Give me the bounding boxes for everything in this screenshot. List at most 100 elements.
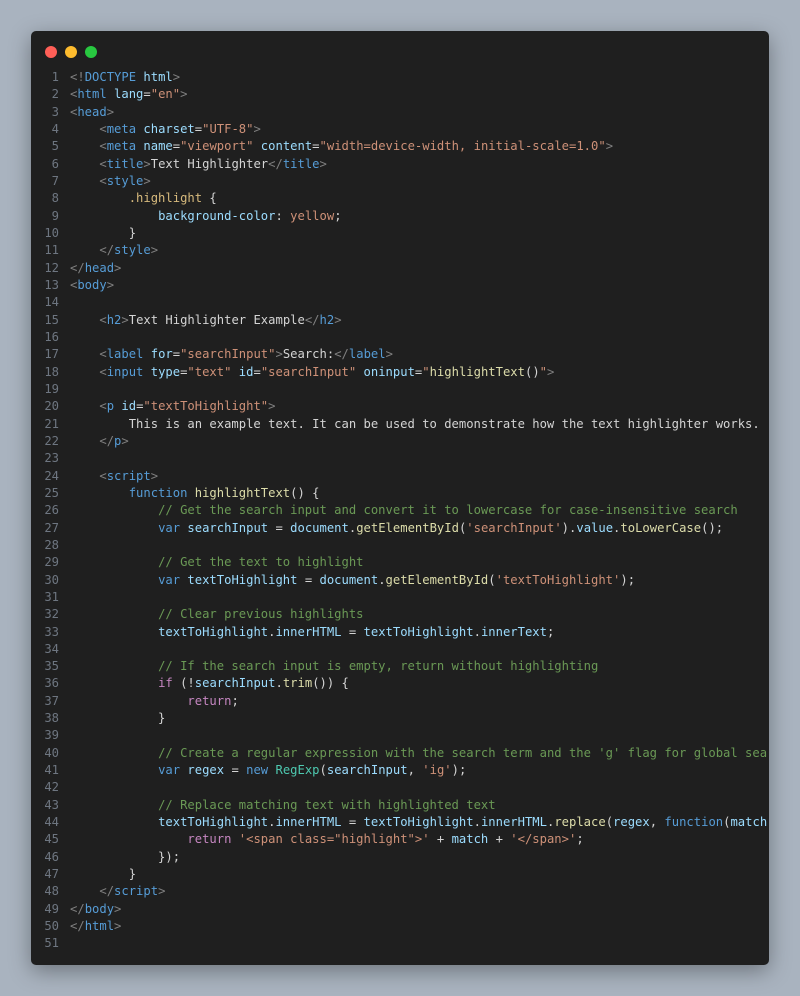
code-line: 30 var textToHighlight = document.getEle… xyxy=(31,572,769,589)
code-text: } xyxy=(70,866,136,883)
code-token: > xyxy=(253,121,261,136)
code-token: ( xyxy=(319,763,327,778)
code-token: regex xyxy=(187,763,225,778)
code-text: // Get the text to highlight xyxy=(70,554,364,571)
line-number: 8 xyxy=(51,191,59,206)
line-number: 7 xyxy=(51,173,59,188)
code-token: getElementById xyxy=(356,520,459,535)
code-line: 36 if (!searchInput.trim()) { xyxy=(31,675,769,692)
code-token: ; xyxy=(546,624,555,639)
code-token: " xyxy=(539,364,548,379)
code-token: html xyxy=(77,87,107,102)
code-token: </ xyxy=(99,433,115,448)
code-token: textToHighlight xyxy=(158,815,269,830)
code-line: 11 </style> xyxy=(31,242,769,259)
code-line: 2 <html lang="en"> xyxy=(31,86,769,103)
line-number: 16 xyxy=(44,329,59,344)
line-number: 10 xyxy=(44,225,59,240)
code-token: 'searchInput' xyxy=(466,520,562,535)
code-token: charset xyxy=(136,121,195,136)
code-token: innerHTML xyxy=(480,815,547,830)
code-token: = xyxy=(253,364,261,379)
code-text: </body> xyxy=(70,901,121,918)
code-text: function highlightText() { xyxy=(70,485,320,502)
code-token: return xyxy=(187,693,232,708)
code-token: name xyxy=(136,139,173,154)
code-token: = xyxy=(268,520,291,535)
code-token: h2 xyxy=(106,312,122,327)
code-token: value xyxy=(576,520,614,535)
maximize-window-button[interactable] xyxy=(85,46,97,58)
code-line: 9 background-color: yellow; xyxy=(31,208,769,225)
line-number: 24 xyxy=(44,468,59,483)
line-number: 47 xyxy=(44,867,59,882)
code-token: head xyxy=(84,260,115,275)
code-line: 41 var regex = new RegExp(searchInput, '… xyxy=(31,762,769,779)
code-text: <p id="textToHighlight"> xyxy=(70,398,275,415)
code-line: 15 <h2>Text Highlighter Example</h2> xyxy=(31,312,769,329)
line-number: 19 xyxy=(44,381,59,396)
code-text: var regex = new RegExp(searchInput, 'ig'… xyxy=(70,762,466,779)
code-text: // Clear previous highlights xyxy=(70,606,363,623)
code-token: ); xyxy=(451,763,467,778)
code-token: , xyxy=(649,815,665,830)
code-token: trim xyxy=(282,676,313,691)
code-token: // Get the text to highlight xyxy=(158,555,364,570)
code-token: '</span>' xyxy=(510,832,577,847)
code-token: html xyxy=(136,70,173,84)
code-token: ()) { xyxy=(312,676,349,691)
code-token: label xyxy=(106,347,144,362)
code-token: match xyxy=(730,815,768,830)
code-line: 34 xyxy=(31,641,769,658)
line-number: 39 xyxy=(44,728,59,743)
code-token: " xyxy=(422,364,430,379)
code-token: ( xyxy=(488,572,496,587)
code-token: id xyxy=(231,364,254,379)
code-line: 10 } xyxy=(31,225,769,242)
code-token: if xyxy=(158,676,173,691)
code-token: searchInput xyxy=(326,763,408,778)
code-text: <body> xyxy=(70,277,114,294)
line-number: 50 xyxy=(44,919,59,934)
close-window-button[interactable] xyxy=(45,46,57,58)
code-token: regex xyxy=(613,815,650,830)
line-number: 38 xyxy=(44,711,59,726)
minimize-window-button[interactable] xyxy=(65,46,77,58)
code-token: getElementById xyxy=(385,572,489,587)
line-number: 35 xyxy=(44,659,59,674)
code-line: 8 .highlight { xyxy=(31,190,769,207)
code-line: 7 <style> xyxy=(31,173,769,190)
code-line: 43 // Replace matching text with highlig… xyxy=(31,797,769,814)
code-token: , xyxy=(407,763,423,778)
code-text: <input type="text" id="searchInput" onin… xyxy=(70,364,554,381)
line-number: 32 xyxy=(44,607,59,622)
line-number: 37 xyxy=(44,693,59,708)
code-line: 46 }); xyxy=(31,849,769,866)
code-token: </ xyxy=(304,312,320,327)
code-token: = xyxy=(172,139,181,154)
code-token: yellow xyxy=(290,208,335,223)
code-line: 51 xyxy=(31,935,769,952)
code-token: var xyxy=(158,572,181,587)
code-token: > xyxy=(106,104,115,119)
code-token: < xyxy=(99,347,107,362)
code-token: . xyxy=(275,676,283,691)
code-token: label xyxy=(348,347,386,362)
code-token: = xyxy=(341,624,364,639)
code-line: 32 // Clear previous highlights xyxy=(31,606,769,623)
code-token: > xyxy=(385,347,393,362)
code-token: "viewport" xyxy=(180,139,254,154)
code-token: + xyxy=(488,832,511,847)
code-text: } xyxy=(70,710,165,727)
code-text: <title>Text Highlighter</title> xyxy=(70,156,327,173)
code-token: </ xyxy=(70,919,85,934)
code-line: 28 xyxy=(31,537,769,554)
